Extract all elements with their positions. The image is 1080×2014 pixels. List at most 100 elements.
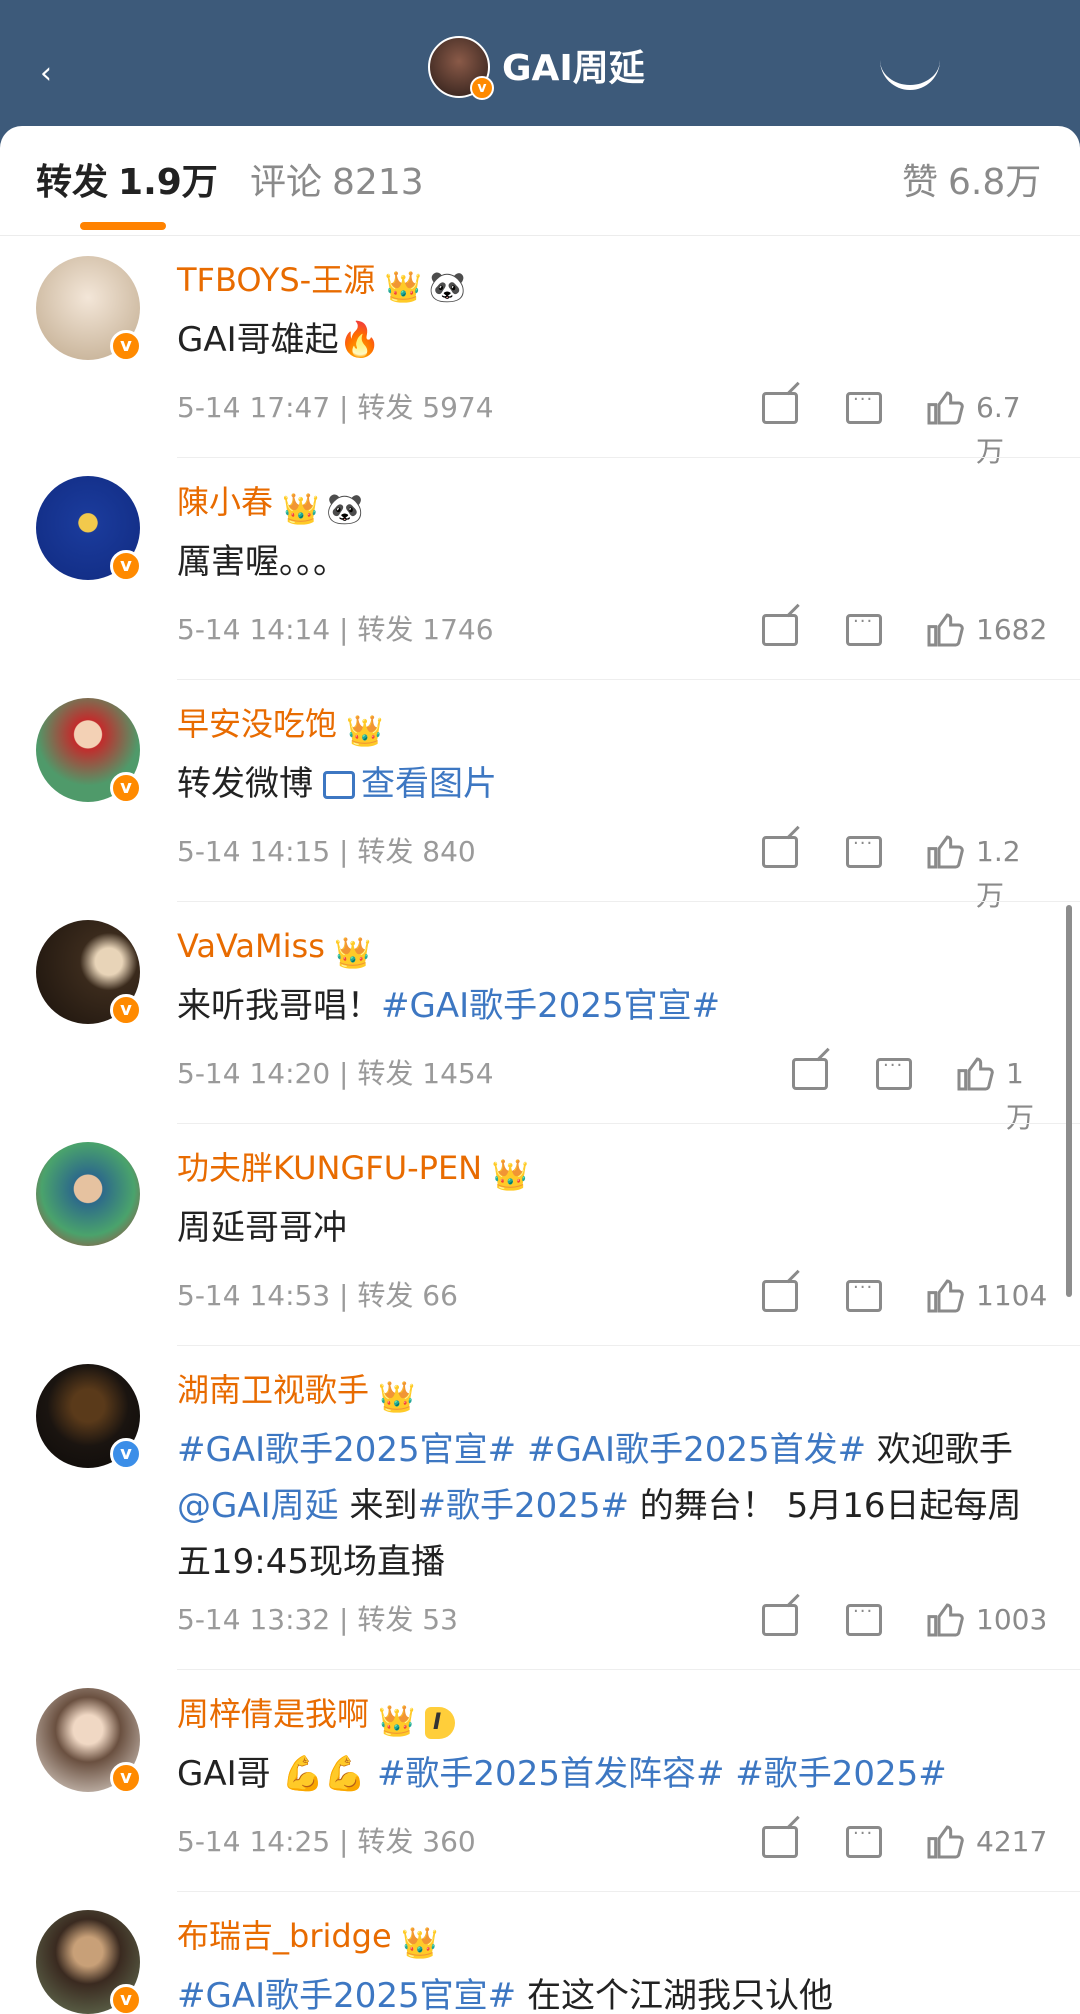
- share-icon[interactable]: [762, 1280, 798, 1312]
- list-item[interactable]: v TFBOYS-王源 👑 🐼 GAI哥雄起🔥 5-14 17:47 | 转发 59…: [0, 236, 1080, 468]
- avatar[interactable]: v: [36, 698, 142, 804]
- topic-tag[interactable]: #GAI歌手2025官宣#: [177, 1976, 516, 2014]
- image-icon[interactable]: [323, 771, 355, 799]
- repost-text: 转发微博 查看图片: [177, 756, 1037, 812]
- action-bar: 1104: [742, 1274, 1047, 1318]
- list-item[interactable]: 功夫胖KUNGFU-PEN 👑 周延哥哥冲 5-14 14:53 | 转发 66 …: [0, 1124, 1080, 1346]
- verified-badge-icon: v: [110, 1984, 142, 2014]
- avatar[interactable]: v: [36, 1364, 142, 1470]
- verified-badge-icon: v: [110, 1438, 142, 1470]
- list-item[interactable]: v 陳小春👑🐼 厲害喔。。。 5-14 14:14 | 转发 1746 1682: [0, 458, 1080, 680]
- tab-comments[interactable]: 评论 8213: [250, 158, 424, 208]
- share-icon[interactable]: [880, 60, 940, 90]
- comment-icon[interactable]: [846, 389, 882, 424]
- like-icon[interactable]: [924, 832, 964, 872]
- action-bar: 6.7万: [742, 386, 1042, 468]
- username-text: VaVaMiss: [177, 927, 325, 965]
- share-icon[interactable]: [762, 1826, 798, 1858]
- like-icon[interactable]: [924, 1600, 964, 1640]
- topic-tag[interactable]: #GAI歌手2025首发#: [527, 1430, 866, 1470]
- avatar[interactable]: v: [36, 1688, 142, 1794]
- username[interactable]: 湖南卫视歌手 👑: [177, 1368, 417, 1416]
- like-icon[interactable]: [924, 610, 964, 650]
- username[interactable]: TFBOYS-王源 👑 🐼: [177, 258, 467, 306]
- view-image-link[interactable]: 查看图片: [361, 764, 497, 804]
- share-icon[interactable]: [762, 614, 798, 646]
- avatar[interactable]: v: [36, 1910, 142, 2014]
- repost-text-content: 来听我哥唱！: [177, 986, 381, 1026]
- share-icon[interactable]: [792, 1058, 828, 1090]
- topic-tag[interactable]: #歌手2025#: [735, 1754, 947, 1794]
- repost-text: #GAI歌手2025官宣# #GAI歌手2025首发# 欢迎歌手 @GAI周延 …: [177, 1422, 1037, 1590]
- username[interactable]: VaVaMiss 👑: [177, 924, 373, 972]
- avatar[interactable]: [36, 1142, 140, 1246]
- list-item[interactable]: v VaVaMiss 👑 来听我哥唱！#GAI歌手2025官宣# 5-14 14:…: [0, 902, 1080, 1134]
- share-icon[interactable]: [762, 1604, 798, 1636]
- crown-icon: 👑: [401, 1926, 439, 1961]
- avatar[interactable]: v: [36, 256, 142, 362]
- topic-tag[interactable]: #歌手2025#: [417, 1486, 629, 1526]
- tab-reposts[interactable]: 转发 1.9万: [36, 158, 218, 208]
- avatar[interactable]: v: [36, 920, 142, 1026]
- repost-text-content: 周延哥哥冲: [177, 1208, 347, 1248]
- like-count: 1003: [976, 1603, 1048, 1636]
- list-item[interactable]: v 早安没吃饱👑 转发微博 查看图片 5-14 14:15 | 转发 840 1.…: [0, 680, 1080, 912]
- tab-likes[interactable]: 赞 6.8万: [902, 158, 1041, 208]
- list-item[interactable]: v 布瑞吉_bridge 👑 #GAI歌手2025官宣# 在这个江湖我只认他: [0, 1892, 1080, 2014]
- topic-tag[interactable]: #歌手2025首发阵容#: [377, 1754, 725, 1794]
- verified-badge-icon: v: [110, 772, 142, 804]
- crown-icon: 👑: [491, 1158, 529, 1193]
- list-item[interactable]: v 湖南卫视歌手 👑 #GAI歌手2025官宣# #GAI歌手2025首发# 欢迎…: [0, 1346, 1080, 1670]
- action-bar: 1.2万: [742, 830, 1042, 912]
- username-text: 布瑞吉_bridge: [177, 1917, 392, 1955]
- repost-count: 53: [422, 1603, 458, 1636]
- tab-count: 6.8万: [948, 162, 1042, 203]
- topic-tag[interactable]: #GAI歌手2025官宣#: [177, 1430, 516, 1470]
- verified-badge-icon: v: [110, 550, 142, 582]
- repost-count: 1746: [422, 613, 494, 646]
- username[interactable]: 周梓倩是我啊 👑 I: [177, 1692, 456, 1740]
- share-icon[interactable]: [762, 392, 798, 424]
- repost-label: 转发: [357, 613, 414, 646]
- comment-icon[interactable]: [876, 1055, 912, 1090]
- repost-label: 转发: [357, 1825, 414, 1858]
- repost-count: 5974: [422, 391, 494, 424]
- verified-badge-icon: v: [470, 76, 494, 100]
- verified-badge-icon: v: [110, 330, 142, 362]
- chevron-left-icon[interactable]: ‹: [40, 59, 64, 89]
- username[interactable]: 陳小春 👑 🐼: [177, 480, 365, 528]
- repost-count: 66: [422, 1279, 458, 1312]
- like-icon[interactable]: [954, 1054, 994, 1094]
- repost-meta: 5-14 13:32 | 转发 53: [177, 1603, 458, 1636]
- active-tab-indicator: [80, 222, 166, 230]
- author-avatar[interactable]: v: [428, 36, 494, 100]
- timestamp: 5-14 14:25: [177, 1825, 331, 1858]
- repost-text: GAI哥 💪💪 #歌手2025首发阵容# #歌手2025#: [177, 1746, 1037, 1802]
- tab-label: 转发: [36, 162, 109, 203]
- like-icon[interactable]: [924, 1822, 964, 1862]
- topic-tag[interactable]: #GAI歌手2025官宣#: [381, 986, 720, 1026]
- comment-icon[interactable]: [846, 1601, 882, 1636]
- username[interactable]: 布瑞吉_bridge 👑: [177, 1914, 440, 1962]
- scrollbar[interactable]: [1066, 905, 1072, 1297]
- avatar[interactable]: v: [36, 476, 142, 582]
- repost-text-content: 厲害喔。。。: [177, 542, 347, 582]
- list-item[interactable]: v 周梓倩是我啊 👑 I GAI哥 💪💪 #歌手2025首发阵容# #歌手2025#…: [0, 1670, 1080, 1892]
- username[interactable]: 功夫胖KUNGFU-PEN 👑: [177, 1146, 530, 1194]
- like-icon[interactable]: [924, 388, 964, 428]
- mention-link[interactable]: @GAI周延: [177, 1486, 339, 1526]
- comment-icon[interactable]: [846, 1277, 882, 1312]
- repost-label: 转发: [357, 1057, 414, 1090]
- repost-text: 厲害喔。。。: [177, 534, 1037, 590]
- comment-icon[interactable]: [846, 1823, 882, 1858]
- username[interactable]: 早安没吃饱 👑: [177, 702, 385, 750]
- comment-icon[interactable]: [846, 833, 882, 868]
- repost-count: 360: [422, 1825, 476, 1858]
- crown-icon: 👑: [334, 936, 372, 971]
- crown-icon: 👑: [378, 1380, 416, 1415]
- comment-icon[interactable]: [846, 611, 882, 646]
- share-icon[interactable]: [762, 836, 798, 868]
- repost-text: GAI哥雄起🔥: [177, 312, 1037, 368]
- like-icon[interactable]: [924, 1276, 964, 1316]
- repost-text: 周延哥哥冲: [177, 1200, 1037, 1256]
